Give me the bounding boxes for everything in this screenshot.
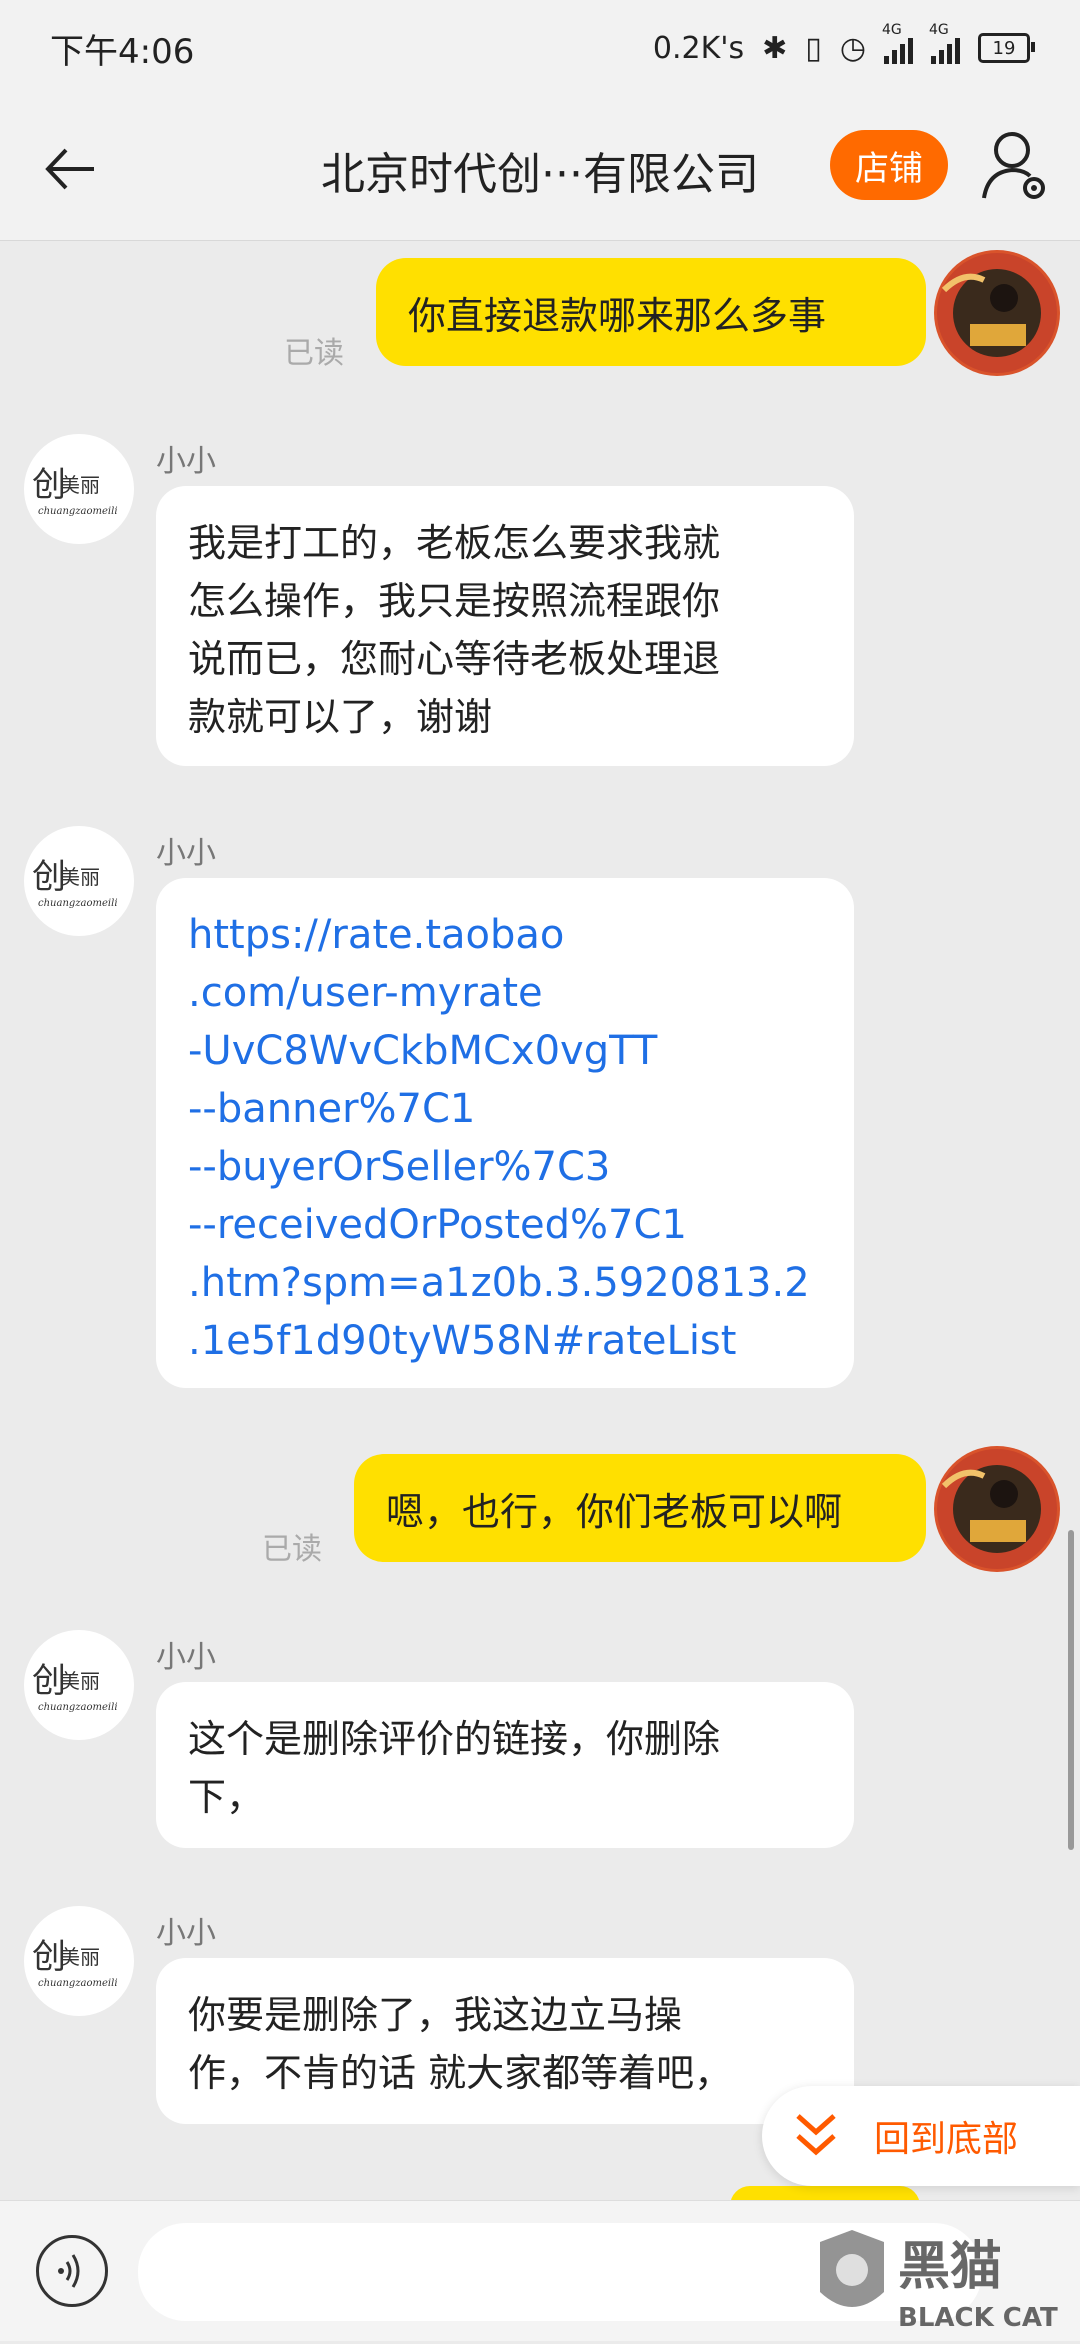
watermark-logo: 黑猫 BLACK CAT <box>812 2222 1080 2340</box>
alarm-icon: ◷ <box>839 30 866 66</box>
seller-avatar[interactable]: 创 美丽 chuangzaomeili <box>24 1906 134 2016</box>
shop-logo-icon: 创 美丽 chuangzaomeili <box>32 1937 118 1989</box>
link-text-line[interactable]: --buyerOrSeller%7C3 <box>188 1138 822 1196</box>
message-bubble-outgoing[interactable]: 嗯，也行，你们老板可以啊 <box>354 1454 926 1562</box>
sender-name: 小小 <box>156 836 216 871</box>
message-bubble-incoming[interactable]: 这个是删除评价的链接，你删除 下， <box>156 1682 854 1848</box>
seller-avatar[interactable]: 创 美丽 chuangzaomeili <box>24 434 134 544</box>
svg-text:chuangzaomeili: chuangzaomeili <box>38 898 118 909</box>
svg-text:chuangzaomeili: chuangzaomeili <box>38 1978 118 1989</box>
user-settings-button[interactable] <box>980 126 1050 206</box>
network-speed: 0.2K's <box>652 30 745 66</box>
battery-level: 19 <box>992 37 1016 59</box>
status-time: 下午4:06 <box>50 31 195 72</box>
user-settings-icon <box>982 132 1045 199</box>
avatar-image <box>937 253 1057 373</box>
svg-text:美丽: 美丽 <box>60 1669 100 1693</box>
scroll-to-bottom-button[interactable]: 回到底部 <box>762 2086 1080 2186</box>
svg-text:美丽: 美丽 <box>60 1945 100 1969</box>
message-text-line: 怎么操作，我只是按照流程跟你 <box>188 579 721 623</box>
read-status: 已读 <box>262 1532 322 1567</box>
message-text: 你直接退款哪来那么多事 <box>408 293 827 338</box>
read-status: 已读 <box>284 336 344 371</box>
arrow-left-icon <box>45 148 94 190</box>
link-text-line[interactable]: --receivedOrPosted%7C1 <box>188 1196 822 1254</box>
message-bubble-link[interactable]: https://rate.taobao .com/user-myrate -Uv… <box>156 878 854 1388</box>
svg-text:chuangzaomeili: chuangzaomeili <box>38 506 118 517</box>
watermark-cn: 黑猫 <box>898 2237 1002 2297</box>
seller-avatar[interactable]: 创 美丽 chuangzaomeili <box>24 1630 134 1740</box>
sender-name: 小小 <box>156 1916 216 1951</box>
signal-icon: 4G <box>882 22 913 64</box>
sender-name: 小小 <box>156 1640 216 1675</box>
vibrate-icon: ▯ <box>805 30 822 66</box>
message-bubble-incoming[interactable]: 你要是删除了，我这边立马操 作，不肯的话 就大家都等着吧， <box>156 1958 854 2124</box>
message-text-line: 你要是删除了，我这边立马操 <box>188 1993 683 2037</box>
bluetooth-icon: ✱ <box>762 30 788 66</box>
sender-name: 小小 <box>156 444 216 479</box>
signal-icon-2: 4G <box>929 22 960 64</box>
seller-avatar[interactable]: 创 美丽 chuangzaomeili <box>24 826 134 936</box>
back-button[interactable] <box>36 134 106 204</box>
message-text-line: 作，不肯的话 就大家都等着吧， <box>188 2051 733 2095</box>
message-text-line: 这个是删除评价的链接，你删除 <box>188 1717 721 1761</box>
my-avatar[interactable] <box>934 250 1060 376</box>
watermark-en: BLACK CAT <box>898 2303 1058 2333</box>
link-text-line[interactable]: -UvC8WvCkbMCx0vgTT <box>188 1022 822 1080</box>
voice-icon <box>58 2254 80 2288</box>
shop-logo-icon: 创 美丽 chuangzaomeili <box>32 465 118 517</box>
message-bubble-outgoing[interactable]: 你直接退款哪来那么多事 <box>376 258 926 366</box>
black-cat-logo: 黑猫 BLACK CAT <box>820 2230 1058 2333</box>
chat-header: 北京时代创···有限公司 店铺 <box>0 96 1080 241</box>
status-icons: 0.2K's ✱ ▯ ◷ 4G 4G 19 <box>652 22 1035 66</box>
svg-text:美丽: 美丽 <box>60 865 100 889</box>
avatar-image <box>937 1449 1057 1569</box>
link-text-line[interactable]: .1e5f1d90tyW58N#rateList <box>188 1312 822 1370</box>
scroll-to-bottom-label: 回到底部 <box>874 2119 1019 2160</box>
battery-icon: 19 <box>978 33 1035 63</box>
message-text-line: 我是打工的，老板怎么要求我就 <box>188 521 721 565</box>
voice-input-button[interactable] <box>36 2235 108 2307</box>
link-text-line[interactable]: .htm?spm=a1z0b.3.5920813.2 <box>188 1254 822 1312</box>
link-text-line[interactable]: .com/user-myrate <box>188 964 822 1022</box>
message-bubble-incoming[interactable]: 我是打工的，老板怎么要求我就 怎么操作，我只是按照流程跟你 说而已，您耐心等待老… <box>156 486 854 766</box>
shop-button[interactable]: 店铺 <box>830 130 948 200</box>
chat-scrollbar[interactable] <box>1068 1530 1074 1850</box>
shop-logo-icon: 创 美丽 chuangzaomeili <box>32 857 118 909</box>
link-text-line[interactable]: --banner%7C1 <box>188 1080 822 1138</box>
svg-text:chuangzaomeili: chuangzaomeili <box>38 1702 118 1713</box>
message-text: 嗯，也行，你们老板可以啊 <box>386 1489 843 1534</box>
status-bar: 下午4:06 0.2K's ✱ ▯ ◷ 4G 4G 19 <box>0 0 1080 96</box>
message-text-line: 说而已，您耐心等待老板处理退 <box>188 637 721 681</box>
chat-title: 北京时代创···有限公司 <box>321 149 759 200</box>
double-chevron-down-icon <box>796 2114 836 2156</box>
svg-text:美丽: 美丽 <box>60 473 100 497</box>
my-avatar[interactable] <box>934 1446 1060 1572</box>
shop-logo-icon: 创 美丽 chuangzaomeili <box>32 1661 118 1713</box>
message-text-line: 款就可以了，谢谢 <box>188 695 493 739</box>
message-text-line: 下， <box>188 1775 265 1819</box>
link-text-line[interactable]: https://rate.taobao <box>188 906 822 964</box>
